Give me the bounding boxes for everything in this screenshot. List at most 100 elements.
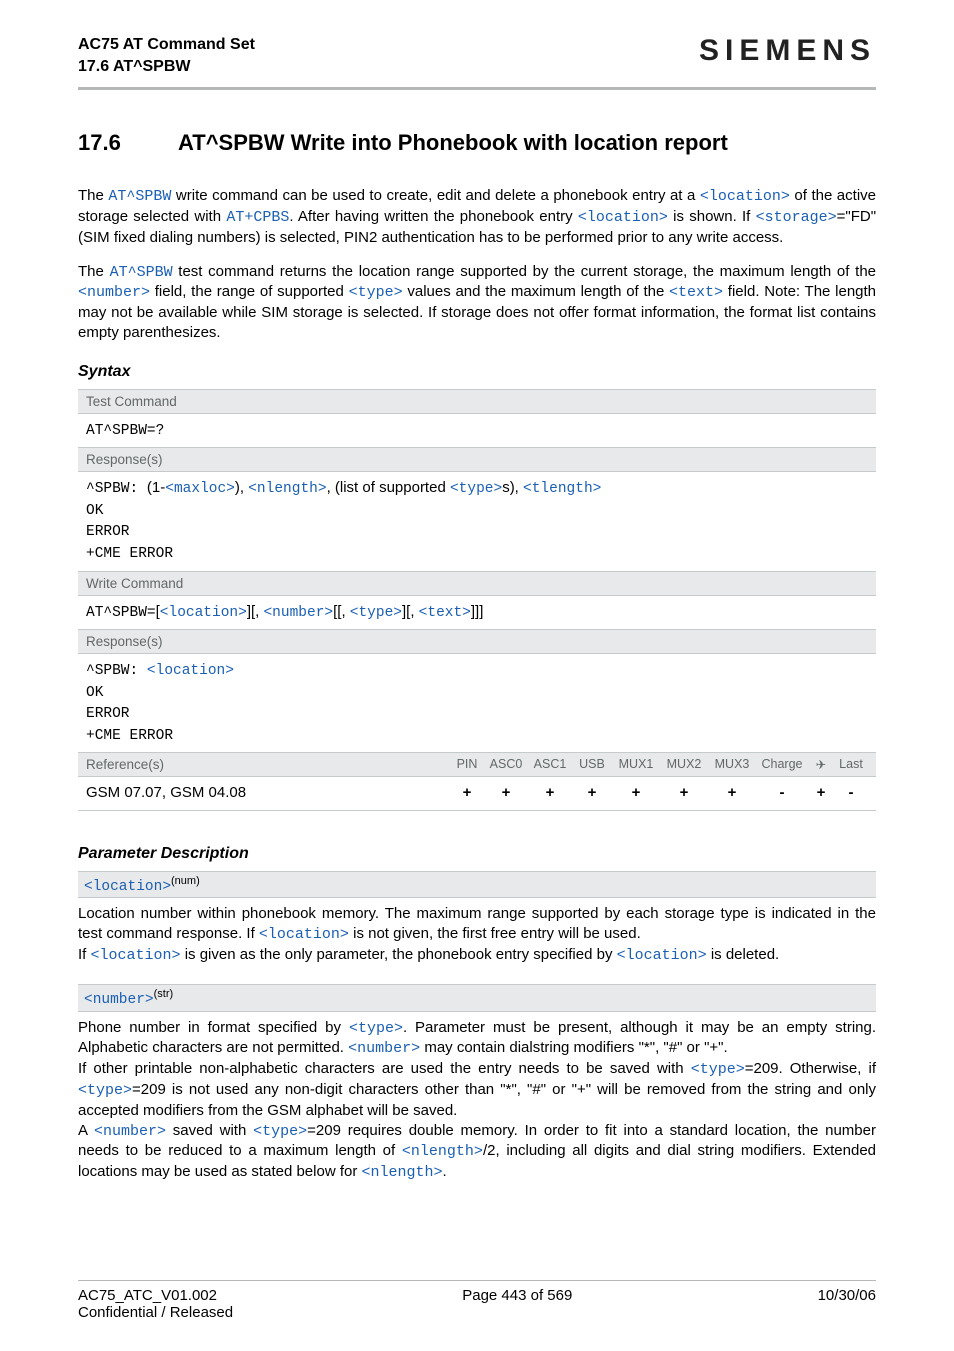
test-command-body: AT^SPBW=? [78,414,876,449]
footer-center: Page 443 of 569 [462,1287,572,1304]
link-location-wr[interactable]: <location> [147,663,234,679]
section-heading: 17.6 AT^SPBW Write into Phonebook with l… [78,130,876,156]
page-header: AC75 AT Command Set 17.6 AT^SPBW SIEMENS [78,34,876,77]
param-number-head: <number>(str) [78,984,876,1012]
test-resp-prefix: ^SPBW: [86,481,147,497]
val-mux3: + [708,783,756,803]
link-at-spbw[interactable]: AT^SPBW [108,188,171,205]
link-location[interactable]: <location> [700,188,790,205]
param-location-head: <location>(num) [78,871,876,899]
test-command: AT^SPBW=? [86,423,164,439]
feature-columns: PIN ASC0 ASC1 USB MUX1 MUX2 MUX3 Charge … [450,757,868,772]
val-last: - [834,783,868,803]
link-type-p1[interactable]: <type> [349,1020,403,1037]
link-number[interactable]: <number> [78,284,150,301]
link-nlength-p1[interactable]: <nlength> [402,1143,483,1160]
link-maxloc[interactable]: <maxloc> [165,481,235,497]
col-asc1: ASC1 [528,757,572,772]
param-number-desc: Phone number in format specified by <typ… [78,1018,876,1183]
write-command-body: AT^SPBW=[<location>][, <number>[[, <type… [78,596,876,631]
reference-text: GSM 07.07, GSM 04.08 [86,783,450,803]
col-mux1: MUX1 [612,757,660,772]
link-type-p2[interactable]: <type> [691,1061,745,1078]
resp-ok: OK [86,503,103,519]
reference-value-row: GSM 07.07, GSM 04.08 + + + + + + + - + - [78,777,876,810]
col-last: Last [834,757,868,772]
write-response-label: Response(s) [78,630,876,654]
link-storage[interactable]: <storage> [756,209,837,226]
link-location-2[interactable]: <location> [578,209,668,226]
val-pin: + [450,783,484,803]
intro-paragraph-2: The AT^SPBW test command returns the loc… [78,262,876,343]
param-number-sup: (str) [154,988,174,1000]
param-desc-heading: Parameter Description [78,845,876,863]
val-asc1: + [528,783,572,803]
link-text-w[interactable]: <text> [419,605,471,621]
val-air: + [808,783,834,803]
link-type-2[interactable]: <type> [450,481,502,497]
footer-rule [78,1280,876,1281]
syntax-heading: Syntax [78,363,876,381]
header-title-block: AC75 AT Command Set 17.6 AT^SPBW [78,34,255,77]
page-footer: AC75_ATC_V01.002 Page 443 of 569 10/30/0… [78,1280,876,1321]
test-response-body: ^SPBW: (1-<maxloc>), <nlength>, (list of… [78,472,876,571]
param-location-desc: Location number within phonebook memory.… [78,904,876,965]
resp-error: ERROR [86,524,130,540]
write-response-body: ^SPBW: <location> OK ERROR +CME ERROR [78,654,876,753]
link-number-p2[interactable]: <number> [94,1123,166,1140]
link-type-p3[interactable]: <type> [78,1082,132,1099]
resp-error-2: ERROR [86,706,130,722]
link-nlength-p2[interactable]: <nlength> [362,1164,443,1181]
link-tlength[interactable]: <tlength> [523,481,601,497]
syntax-box: Test Command AT^SPBW=? Response(s) ^SPBW… [78,389,876,811]
header-rule [78,87,876,90]
val-asc0: + [484,783,528,803]
doc-title: AC75 AT Command Set [78,34,255,56]
link-at-spbw-2[interactable]: AT^SPBW [110,264,173,281]
val-usb: + [572,783,612,803]
link-number-p1[interactable]: <number> [348,1040,420,1057]
link-type-p4[interactable]: <type> [253,1123,307,1140]
link-nlength[interactable]: <nlength> [248,481,326,497]
link-location-p3[interactable]: <location> [617,947,707,964]
link-location-p1[interactable]: <location> [259,926,349,943]
link-type-w[interactable]: <type> [350,605,402,621]
write-resp-prefix: ^SPBW: [86,663,147,679]
col-asc0: ASC0 [484,757,528,772]
feature-values: + + + + + + + - + - [450,783,868,803]
param-number-tag: <number> [84,992,154,1008]
section-number: 17.6 [78,130,178,156]
col-pin: PIN [450,757,484,772]
val-mux1: + [612,783,660,803]
col-mux2: MUX2 [660,757,708,772]
footer-left: AC75_ATC_V01.002 [78,1287,217,1304]
reference-header-row: Reference(s) PIN ASC0 ASC1 USB MUX1 MUX2… [78,753,876,777]
link-at-cpbs[interactable]: AT+CPBS [226,209,289,226]
col-usb: USB [572,757,612,772]
test-command-label: Test Command [78,390,876,414]
footer-confidential: Confidential / Released [78,1304,876,1321]
param-location-tag: <location> [84,878,171,894]
link-text[interactable]: <text> [669,284,723,301]
col-charge: Charge [756,757,808,772]
write-prefix: AT^SPBW= [86,605,156,621]
siemens-logo: SIEMENS [699,34,876,68]
write-command-label: Write Command [78,572,876,596]
link-type[interactable]: <type> [349,284,403,301]
param-location-sup: (num) [171,875,200,887]
test-response-label: Response(s) [78,448,876,472]
section-title: AT^SPBW Write into Phonebook with locati… [178,130,728,156]
footer-right: 10/30/06 [818,1287,876,1304]
resp-ok-2: OK [86,685,103,701]
link-number-w[interactable]: <number> [263,605,333,621]
link-location-p2[interactable]: <location> [91,947,181,964]
reference-label: Reference(s) [86,757,450,772]
airplane-icon: ✈ [808,757,834,772]
val-charge: - [756,783,808,803]
resp-cme: +CME ERROR [86,546,173,562]
resp-cme-2: +CME ERROR [86,728,173,744]
link-location-w[interactable]: <location> [160,605,247,621]
doc-section-ref: 17.6 AT^SPBW [78,56,255,78]
intro-paragraph-1: The AT^SPBW write command can be used to… [78,186,876,247]
val-mux2: + [660,783,708,803]
